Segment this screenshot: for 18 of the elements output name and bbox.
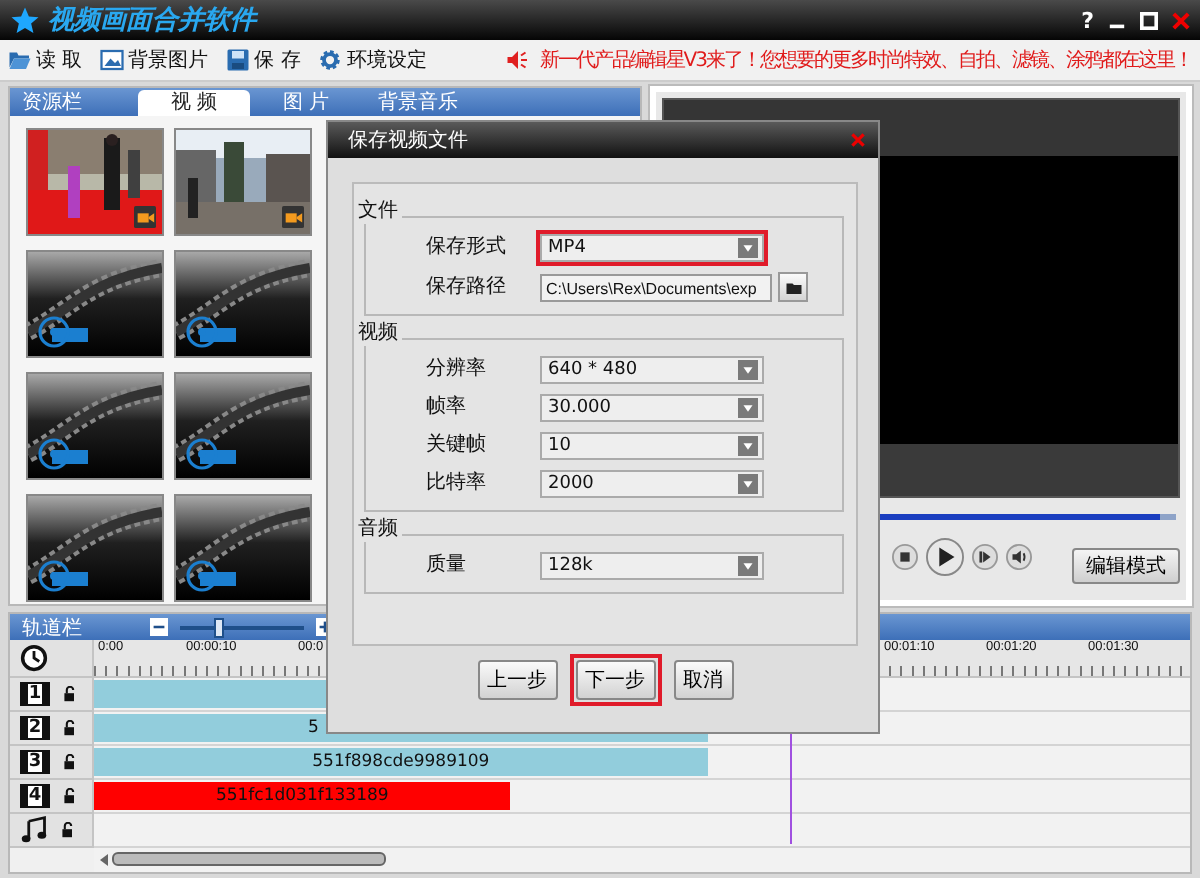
field-label: 保存路径 bbox=[424, 275, 508, 299]
dialog-title: 保存视频文件 bbox=[348, 127, 470, 154]
field-label: 关键帧 bbox=[424, 434, 488, 458]
field-label: 分辨率 bbox=[424, 358, 488, 382]
field-label: 帧率 bbox=[424, 396, 468, 420]
track-number: 4 bbox=[20, 784, 50, 808]
field-label: 比特率 bbox=[424, 472, 488, 496]
field-label: 保存形式 bbox=[424, 236, 508, 260]
group-title: 文件 bbox=[358, 200, 402, 224]
track-number: 1 bbox=[20, 682, 50, 706]
group-title: 音频 bbox=[358, 518, 402, 542]
panel-title: 资源栏 bbox=[20, 89, 84, 116]
field-label: 质量 bbox=[424, 554, 468, 578]
group-title: 视频 bbox=[358, 322, 402, 346]
window-title: 视频画面合并软件 bbox=[48, 3, 256, 38]
panel-title: 轨道栏 bbox=[20, 615, 84, 641]
track-number: 3 bbox=[20, 750, 50, 774]
track-number: 2 bbox=[20, 716, 50, 740]
